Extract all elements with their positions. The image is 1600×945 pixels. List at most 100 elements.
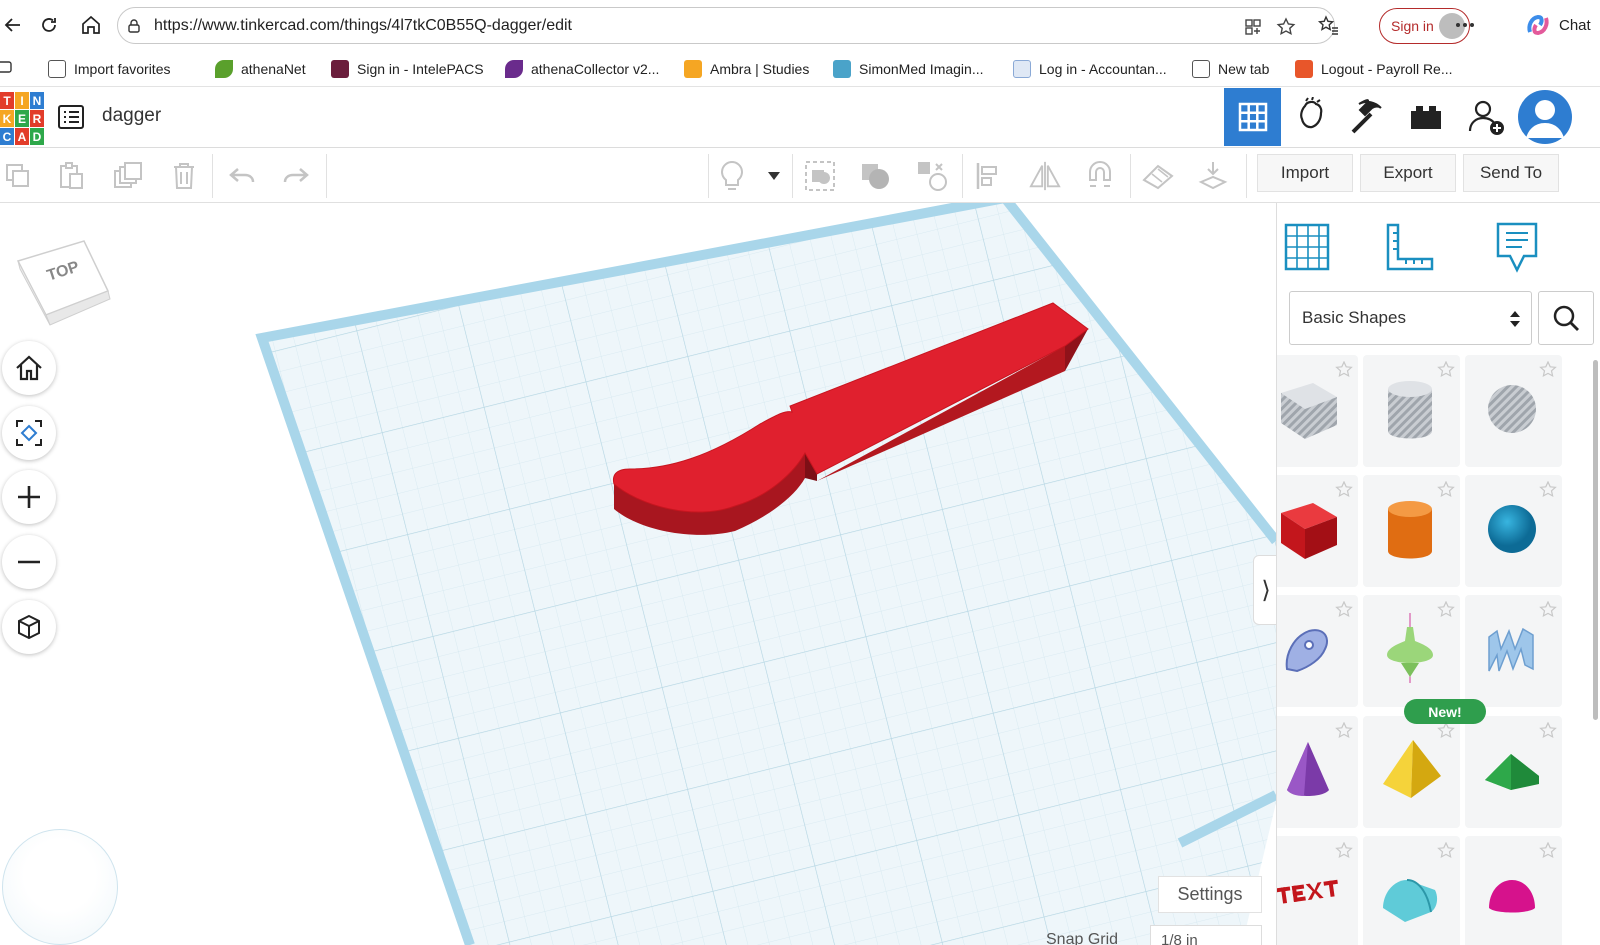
shape-box[interactable] <box>1277 475 1358 587</box>
home-view-button[interactable] <box>2 341 56 395</box>
notes-comment-icon[interactable] <box>1487 217 1547 277</box>
athenanet-icon <box>215 60 233 78</box>
fit-view-button[interactable] <box>2 406 56 460</box>
app-header: T I N K E R C A D dagger <box>0 88 1600 148</box>
delete-icon[interactable] <box>168 160 200 192</box>
import-button[interactable]: Import <box>1257 154 1353 192</box>
shape-roof[interactable] <box>1465 716 1562 828</box>
copilot-chat-button[interactable]: Chat <box>1525 9 1591 41</box>
export-button[interactable]: Export <box>1360 154 1456 192</box>
undo-icon[interactable] <box>226 160 258 192</box>
lock-icon[interactable] <box>124 16 144 36</box>
design-title[interactable]: dagger <box>102 105 161 127</box>
shapes-panel-scrollbar[interactable] <box>1593 360 1598 720</box>
dagger-model[interactable] <box>600 291 1120 551</box>
shape-sphere-hole[interactable] <box>1465 355 1562 467</box>
design-list-icon[interactable] <box>56 102 86 132</box>
cone-icon <box>1287 742 1329 796</box>
favorite-star-icon[interactable] <box>1274 15 1298 39</box>
tinkercad-logo[interactable]: T I N K E R C A D <box>0 92 44 145</box>
bookmark-new-tab[interactable]: New tab <box>1192 60 1269 78</box>
align-icon[interactable] <box>974 160 1006 192</box>
wave-icon <box>1488 627 1534 672</box>
browser-address-bar: https://www.tinkercad.com/things/4l7tkC0… <box>0 0 1600 50</box>
bookmark-simonmed[interactable]: SimonMed Imagin... <box>833 60 984 78</box>
bookmark-label: athenaCollector v2... <box>531 61 660 77</box>
back-icon[interactable] <box>0 12 26 38</box>
shape-text[interactable] <box>1277 836 1358 945</box>
snap-grid-select[interactable]: 1/8 in <box>1150 925 1262 945</box>
shape-cylinder[interactable] <box>1363 475 1460 587</box>
add-user-icon <box>1468 100 1504 135</box>
workplane-settings-button[interactable]: Settings <box>1158 876 1262 913</box>
sign-in-label: Sign in <box>1391 18 1434 34</box>
bookmark-label: Ambra | Studies <box>710 61 810 77</box>
home-icon[interactable] <box>78 12 104 38</box>
bookmark-ambra[interactable]: Ambra | Studies <box>684 60 809 78</box>
workplane-viewport[interactable]: TOP Settings Snap Grid 1/8 in ⟩ <box>0 203 1276 945</box>
bookmark-bar-toggle-icon[interactable] <box>0 60 12 74</box>
chevron-right-icon: ⟩ <box>1261 576 1271 604</box>
bookmark-payroll[interactable]: Logout - Payroll Re... <box>1295 60 1453 78</box>
invite-collaborator-button[interactable] <box>1458 88 1515 146</box>
brick-builder-button[interactable] <box>1397 88 1454 146</box>
shape-scribble[interactable] <box>1277 595 1358 707</box>
more-options-icon[interactable] <box>1452 12 1478 38</box>
shapes-panel: Basic Shapes <box>1276 203 1600 945</box>
circuits-button[interactable] <box>1282 88 1339 146</box>
shape-half-sphere[interactable] <box>1465 836 1562 945</box>
paste-icon[interactable] <box>55 160 87 192</box>
bookmark-import-favorites[interactable]: Import favorites <box>48 60 170 78</box>
home-view-icon <box>16 355 42 381</box>
minecraft-blocks-button[interactable] <box>1339 88 1396 146</box>
shape-cone[interactable] <box>1277 716 1358 828</box>
url-text[interactable]: https://www.tinkercad.com/things/4l7tkC0… <box>154 17 572 35</box>
ruler-icon[interactable] <box>1380 217 1440 277</box>
shape-spinning-top[interactable] <box>1363 595 1460 707</box>
group-icon[interactable] <box>804 160 836 192</box>
plus-icon <box>18 486 40 508</box>
bookmark-label: Import favorites <box>74 61 171 77</box>
zoom-in-button[interactable] <box>2 470 56 524</box>
notes-dropdown-chevron-icon[interactable] <box>758 160 790 192</box>
shape-pyramid[interactable] <box>1363 716 1460 828</box>
cruise-icon[interactable] <box>916 160 948 192</box>
shape-search-button[interactable] <box>1538 291 1594 345</box>
bookmark-athenanet[interactable]: athenaNet <box>215 60 306 78</box>
favorites-icon[interactable] <box>1315 12 1341 38</box>
navigation-orbit-wheel[interactable] <box>2 829 118 945</box>
ungroup-icon[interactable] <box>860 160 892 192</box>
shape-wave[interactable] <box>1465 595 1562 707</box>
send-to-button[interactable]: Send To <box>1463 154 1559 192</box>
3d-design-view-button[interactable] <box>1224 88 1281 146</box>
app-available-icon[interactable] <box>1242 16 1264 38</box>
duplicate-icon[interactable] <box>112 160 144 192</box>
projection-toggle-button[interactable] <box>2 600 56 654</box>
bookmark-athenacollector[interactable]: athenaCollector v2... <box>505 60 659 78</box>
shape-cylinder-hole[interactable] <box>1363 355 1460 467</box>
user-avatar[interactable] <box>1518 90 1572 144</box>
collapse-panel-button[interactable]: ⟩ <box>1253 555 1276 625</box>
cylinder-icon <box>1388 501 1432 559</box>
bookmark-intelepacs[interactable]: Sign in - IntelePACS <box>331 60 484 78</box>
zoom-out-button[interactable] <box>2 535 56 589</box>
copy-icon[interactable] <box>2 160 34 192</box>
new-tab-icon <box>1192 60 1210 78</box>
url-bar[interactable]: https://www.tinkercad.com/things/4l7tkC0… <box>117 7 1335 44</box>
magnet-snap-icon[interactable] <box>1084 160 1116 192</box>
perspective-cube-icon <box>18 614 40 640</box>
bookmark-accountant[interactable]: Log in - Accountan... <box>1013 60 1167 78</box>
shape-half-cylinder[interactable] <box>1363 836 1460 945</box>
user-profile-icon <box>1526 100 1564 138</box>
mirror-icon[interactable] <box>1029 160 1061 192</box>
shape-sphere[interactable] <box>1465 475 1562 587</box>
workplane-icon[interactable] <box>1142 160 1174 192</box>
view-cube[interactable]: TOP <box>14 233 112 326</box>
drop-icon[interactable] <box>1197 160 1229 192</box>
shape-library-dropdown[interactable]: Basic Shapes <box>1289 291 1532 345</box>
reload-icon[interactable] <box>36 12 62 38</box>
shape-box-hole[interactable] <box>1277 355 1358 467</box>
notes-lightbulb-icon[interactable] <box>716 160 748 192</box>
redo-icon[interactable] <box>280 160 312 192</box>
grid-view-icon[interactable] <box>1277 217 1337 277</box>
